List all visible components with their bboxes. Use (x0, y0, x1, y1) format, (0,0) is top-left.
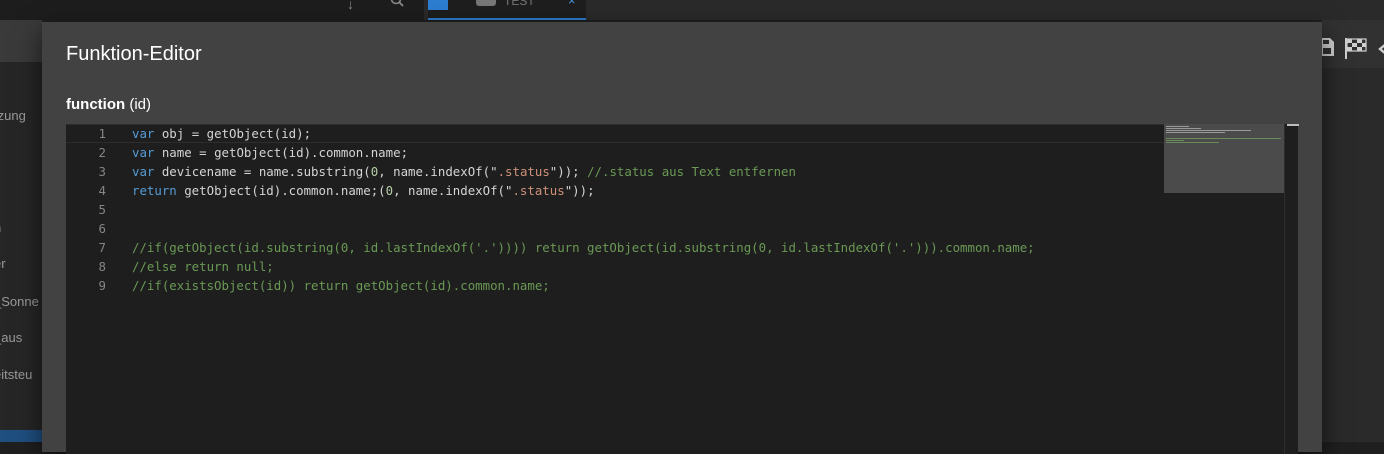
signature-keyword: function (66, 96, 126, 113)
toolbar-left-area (0, 0, 424, 20)
code-text: var devicename = name.substring(0, name.… (132, 164, 796, 179)
line-number: 2 (98, 145, 106, 160)
more-icon[interactable] (1378, 42, 1384, 56)
code-line[interactable]: 4 return getObject(id).common.name;(0, na… (66, 181, 1164, 200)
sidebar-item[interactable]: eitsteu (0, 367, 32, 382)
sidebar-item[interactable]: tzung (0, 108, 26, 123)
scrollbar-thumb[interactable] (1287, 124, 1299, 126)
code-text: //else return null; (132, 259, 274, 274)
top-toolbar: ↓ TEST × (0, 0, 1384, 20)
code-text: var name = getObject(id).common.name; (132, 145, 409, 160)
line-number: 9 (98, 278, 106, 293)
code-line[interactable]: 7 //if(getObject(id.substring(0, id.lastI… (66, 238, 1164, 257)
function-signature: function (id) (66, 96, 151, 113)
code-line[interactable]: 5 (66, 200, 1164, 219)
code-editor[interactable]: 1 var obj = getObject(id); 2 var name = get… (66, 124, 1299, 454)
script-icon (476, 0, 496, 6)
code-line[interactable]: 6 (66, 219, 1164, 238)
dialog-title: Funktion-Editor (66, 43, 202, 65)
tab-label: TEST (504, 0, 535, 8)
line-number: 3 (98, 164, 106, 179)
tab-script[interactable]: TEST × (428, 0, 586, 20)
sidebar-item[interactable]: er (0, 256, 6, 271)
sidebar-item[interactable]: n (0, 220, 1, 235)
sidebar-selection (0, 430, 42, 442)
signature-params: (id) (125, 96, 151, 113)
minimap[interactable] (1164, 124, 1284, 193)
line-number: 7 (98, 240, 106, 255)
sidebar-item[interactable]: _Sonne (0, 294, 39, 309)
right-toolbar (1320, 20, 1384, 442)
minimap-line (1166, 142, 1219, 143)
line-number: 1 (98, 126, 106, 141)
line-number: 6 (98, 221, 106, 236)
code-text: //if(existsObject(id)) return getObject(… (132, 278, 550, 293)
code-text: //if(getObject(id.substring(0, id.lastIn… (132, 240, 1035, 255)
minimap-line (1166, 126, 1189, 127)
line-number: 8 (98, 259, 106, 274)
code-line[interactable]: 8 //else return null; (66, 257, 1164, 276)
editor-scrollbar[interactable] (1284, 124, 1299, 454)
search-icon[interactable] (390, 0, 404, 7)
code-text: var obj = getObject(id); (132, 126, 312, 141)
close-icon[interactable]: × (568, 0, 576, 8)
minimap-line (1166, 128, 1201, 129)
function-editor-dialog: Funktion-Editor function (id) 1 var obj =… (42, 22, 1322, 454)
line-number: 4 (98, 183, 106, 198)
sidebar-header (0, 20, 42, 62)
minimap-line (1166, 130, 1251, 131)
code-line[interactable]: 2 var name = getObject(id).common.name; (66, 143, 1164, 162)
minimap-line (1166, 140, 1184, 141)
sidebar: tzung n er _Sonne _aus eitsteu (0, 62, 42, 442)
save-icon[interactable] (1320, 38, 1334, 56)
tab-indicator (428, 0, 448, 10)
sidebar-item[interactable]: _aus (0, 330, 22, 345)
arrow-down-icon[interactable]: ↓ (347, 0, 354, 12)
code-line[interactable]: 1 var obj = getObject(id); (66, 124, 1164, 143)
code-line[interactable]: 9 //if(existsObject(id)) return getObject… (66, 276, 1164, 295)
minimap-line (1166, 138, 1281, 139)
code-text: return getObject(id).common.name;(0, nam… (132, 183, 595, 198)
line-number: 5 (98, 202, 106, 217)
flag-icon[interactable] (1344, 37, 1368, 59)
minimap-line (1166, 132, 1225, 133)
code-line[interactable]: 3 var devicename = name.substring(0, name… (66, 162, 1164, 181)
